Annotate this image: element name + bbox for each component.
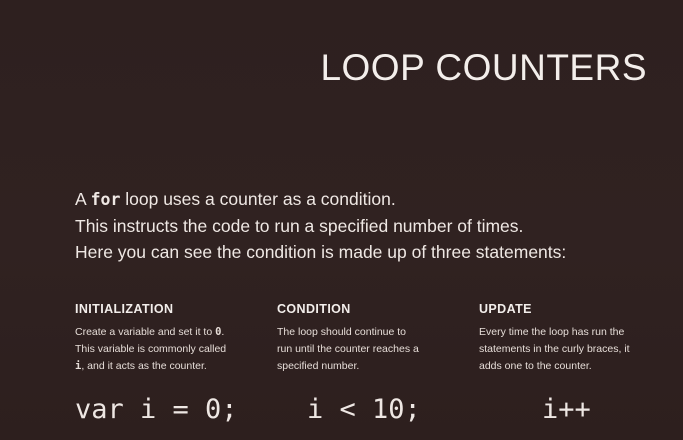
- condition-code: i < 10;: [307, 394, 421, 425]
- initialization-description: Create a variable and set it to 0. This …: [75, 324, 250, 375]
- update-column: UPDATE Every time the loop has run the s…: [479, 302, 654, 375]
- intro-line-3: Here you can see the condition is made u…: [75, 242, 567, 262]
- update-code: i++: [542, 394, 591, 425]
- condition-line-2: run until the counter reaches a: [277, 343, 419, 355]
- condition-description: The loop should continue to run until th…: [277, 324, 452, 375]
- page-title: LOOP COUNTERS: [320, 46, 647, 88]
- intro-paragraph: A for loop uses a counter as a condition…: [75, 186, 665, 265]
- update-line-3: adds one to the counter.: [479, 360, 592, 372]
- update-description: Every time the loop has run the statemen…: [479, 324, 654, 375]
- intro-line-1-suffix: loop uses a counter as a condition.: [120, 189, 396, 209]
- update-line-1: Every time the loop has run the: [479, 326, 625, 338]
- initialization-code: var i = 0;: [75, 394, 238, 425]
- update-line-2: statements in the curly braces, it: [479, 343, 630, 355]
- initialization-line-3: i, and it acts as the counter.: [75, 358, 250, 375]
- for-keyword: for: [90, 190, 121, 209]
- initialization-line-3-text: , and it acts as the counter.: [81, 360, 207, 372]
- intro-line-1-prefix: A: [75, 189, 91, 209]
- condition-line-1: The loop should continue to: [277, 326, 407, 338]
- condition-heading: CONDITION: [277, 302, 351, 316]
- condition-line-3: specified number.: [277, 360, 360, 372]
- initialization-heading: INITIALIZATION: [75, 302, 174, 316]
- initialization-line-1-text: Create a variable and set it to: [75, 326, 216, 338]
- initialization-line-2: This variable is commonly called: [75, 343, 227, 355]
- initialization-column: INITIALIZATION Create a variable and set…: [75, 302, 250, 375]
- initialization-line-1: Create a variable and set it to 0.: [75, 324, 250, 341]
- update-heading: UPDATE: [479, 302, 532, 316]
- initialization-line-1-end: .: [221, 326, 225, 338]
- intro-line-1: A for loop uses a counter as a condition…: [75, 186, 665, 213]
- page: LOOP COUNTERS A for loop uses a counter …: [0, 0, 683, 440]
- condition-column: CONDITION The loop should continue to ru…: [277, 302, 452, 375]
- intro-line-2: This instructs the code to run a specifi…: [75, 216, 524, 236]
